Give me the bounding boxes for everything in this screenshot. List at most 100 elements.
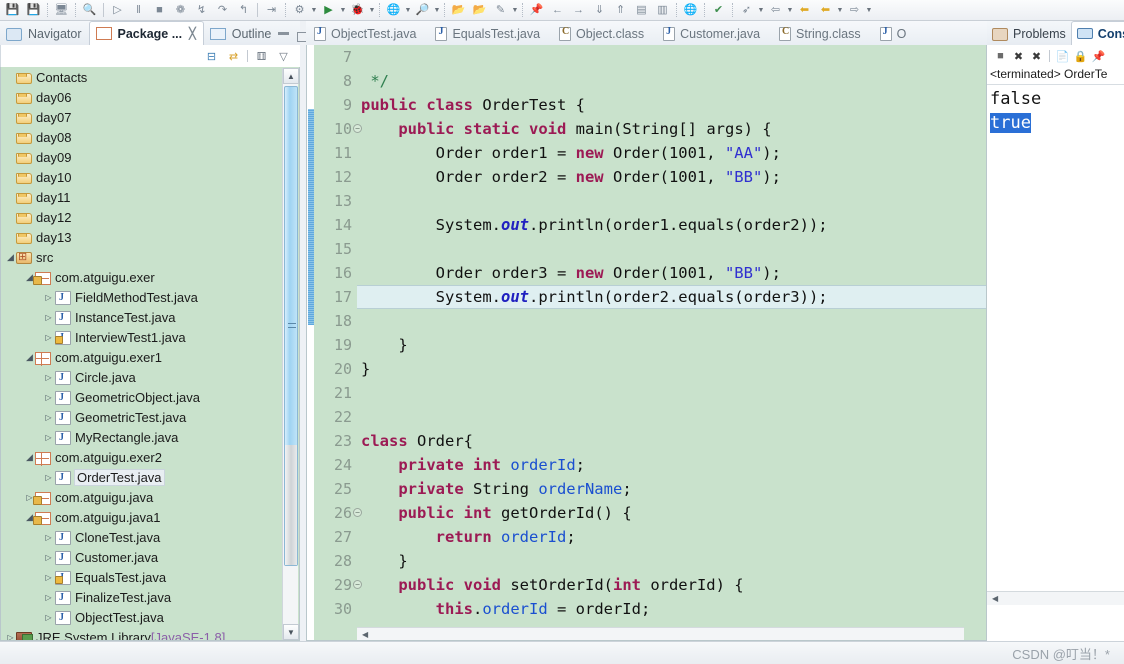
- package-explorer-tree[interactable]: Contacts day06 day07 day08 day09 day10 day11 da…: [0, 67, 300, 641]
- tree-item-day07[interactable]: day07: [1, 107, 299, 127]
- tree-item-finalizetest-java[interactable]: FinalizeTest.java: [1, 587, 299, 607]
- tree-item-contacts[interactable]: Contacts: [1, 67, 299, 87]
- view-tab-navigator[interactable]: Navigator: [0, 23, 89, 45]
- editor-tab-equalstest-java[interactable]: J EqualsTest.java: [427, 23, 551, 45]
- tree-item-day11[interactable]: day11: [1, 187, 299, 207]
- code-line[interactable]: Order order3 = new Order(1001, "BB");: [357, 261, 986, 285]
- remove-all-terminated-icon[interactable]: ✖: [1029, 49, 1044, 64]
- view-menu-icon[interactable]: ▽: [275, 48, 292, 64]
- forward-yellow-icon[interactable]: ⬅: [816, 1, 835, 19]
- run-external-tools-icon[interactable]: 🌐: [384, 1, 403, 19]
- forward-arrow-icon[interactable]: ⇨: [845, 1, 864, 19]
- chevron-down-icon[interactable]: ▼: [786, 7, 794, 14]
- code-line[interactable]: public static void main(String[] args) {: [357, 117, 986, 141]
- step-into-icon[interactable]: ↯: [192, 1, 211, 19]
- console-horizontal-scrollbar[interactable]: ◀: [987, 591, 1124, 605]
- tree-item-myrectangle-java[interactable]: MyRectangle.java: [1, 427, 299, 447]
- code-line[interactable]: [357, 189, 986, 213]
- chevron-down-icon[interactable]: ▼: [433, 7, 441, 14]
- chevron-down-icon[interactable]: ▼: [836, 7, 844, 14]
- terminate-icon[interactable]: ■: [993, 49, 1008, 64]
- new-editor-icon[interactable]: ✎: [491, 1, 510, 19]
- chevron-down-icon[interactable]: ▼: [865, 7, 873, 14]
- save-icon[interactable]: 💾: [3, 1, 22, 19]
- last-edit-icon[interactable]: ➶: [737, 1, 756, 19]
- chevron-down-icon[interactable]: ▼: [404, 7, 412, 14]
- terminate-icon[interactable]: ■: [150, 1, 169, 19]
- back-history-icon[interactable]: ⇦: [766, 1, 785, 19]
- view-tab-package-explorer[interactable]: Package ... ╳: [88, 21, 204, 45]
- code-line[interactable]: System.out.println(order2.equals(order3)…: [357, 285, 986, 309]
- pin-editor-icon[interactable]: 📌: [527, 1, 546, 19]
- code-line[interactable]: }: [357, 333, 986, 357]
- chevron-down-icon[interactable]: ▼: [310, 7, 318, 14]
- tree-item-ordertest-java[interactable]: OrderTest.java: [1, 467, 299, 487]
- tree-item-com-atguigu-exer[interactable]: com.atguigu.exer: [1, 267, 299, 287]
- forward-icon[interactable]: →: [569, 1, 588, 19]
- editor-horizontal-scrollbar[interactable]: ◀: [357, 627, 964, 640]
- tree-item-day10[interactable]: day10: [1, 167, 299, 187]
- expand-arrow-closed-icon[interactable]: [43, 553, 54, 562]
- disconnect-icon[interactable]: ❁: [171, 1, 190, 19]
- tree-item-day06[interactable]: day06: [1, 87, 299, 107]
- code-line[interactable]: [357, 45, 986, 69]
- open-perspective-icon[interactable]: 🌐: [681, 1, 700, 19]
- step-over-icon[interactable]: ↷: [213, 1, 232, 19]
- scroll-left-arrow-icon[interactable]: ◀: [357, 630, 368, 639]
- prev-annotation-icon[interactable]: ⇑: [611, 1, 630, 19]
- view-menu-extra-icon[interactable]: ⚅: [253, 48, 270, 64]
- editor-tab-customer-java[interactable]: J Customer.java: [655, 23, 771, 45]
- chevron-down-icon[interactable]: ▼: [368, 7, 376, 14]
- tree-item-day08[interactable]: day08: [1, 127, 299, 147]
- code-line[interactable]: Order order2 = new Order(1001, "BB");: [357, 165, 986, 189]
- code-line[interactable]: }: [357, 357, 986, 381]
- code-line[interactable]: */: [357, 69, 986, 93]
- expand-arrow-closed-icon[interactable]: [43, 433, 54, 442]
- show-view-icon[interactable]: ✔: [709, 1, 728, 19]
- close-icon[interactable]: ╳: [189, 27, 196, 40]
- editor-tab-object-class[interactable]: C Object.class: [551, 23, 655, 45]
- tree-item-objecttest-java[interactable]: ObjectTest.java: [1, 607, 299, 627]
- search-java-icon[interactable]: 🔎: [413, 1, 432, 19]
- debug-icon[interactable]: 🐞: [348, 1, 367, 19]
- expand-arrow-closed-icon[interactable]: [43, 473, 54, 482]
- scroll-left-arrow-icon[interactable]: ◀: [987, 594, 998, 603]
- expand-arrow-closed-icon[interactable]: [5, 633, 16, 641]
- tree-item-fieldmethodtest-java[interactable]: FieldMethodTest.java: [1, 287, 299, 307]
- tree-item-day13[interactable]: day13: [1, 227, 299, 247]
- run-last-tool-icon[interactable]: ▷: [108, 1, 127, 19]
- tree-item-com-atguigu-exer1[interactable]: com.atguigu.exer1: [1, 347, 299, 367]
- view-tab-console[interactable]: Cons: [1070, 21, 1124, 45]
- expand-arrow-closed-icon[interactable]: [43, 413, 54, 422]
- code-line[interactable]: System.out.println(order1.equals(order2)…: [357, 213, 986, 237]
- tree-item-src[interactable]: src: [1, 247, 299, 267]
- minimize-view-button[interactable]: [278, 32, 290, 35]
- print-icon[interactable]: 🖥: [52, 1, 71, 19]
- scroll-down-arrow-icon[interactable]: ▼: [283, 624, 299, 640]
- expand-arrow-closed-icon[interactable]: [43, 573, 54, 582]
- view-tab-outline[interactable]: Outline: [204, 23, 279, 45]
- expand-arrow-closed-icon[interactable]: [43, 613, 54, 622]
- tree-item-com-atguigu-exer2[interactable]: com.atguigu.exer2: [1, 447, 299, 467]
- step-return-icon[interactable]: ↰: [234, 1, 253, 19]
- pause-icon[interactable]: ‖: [129, 1, 148, 19]
- expand-arrow-closed-icon[interactable]: [43, 533, 54, 542]
- expand-arrow-open-icon[interactable]: [24, 352, 35, 363]
- save-all-icon[interactable]: 💾: [24, 1, 43, 19]
- next-annotation-icon[interactable]: ⇓: [590, 1, 609, 19]
- code-text[interactable]: */ public class OrderTest { public static…: [357, 45, 986, 640]
- expand-arrow-closed-icon[interactable]: [43, 373, 54, 382]
- code-line[interactable]: this.orderId = orderId;: [357, 597, 986, 621]
- expand-arrow-closed-icon[interactable]: [43, 313, 54, 322]
- open-task-icon[interactable]: 📂: [470, 1, 489, 19]
- new-java-project-icon[interactable]: ⚙: [290, 1, 309, 19]
- source-editor[interactable]: 7 8 9 10− 11 12 13 14 15 16 17 18 19 20 21 22 23 24 25 26− 2…: [306, 45, 987, 641]
- skip-breakpoints-icon[interactable]: ⇥: [262, 1, 281, 19]
- toggle-block-icon[interactable]: ▥: [653, 1, 672, 19]
- tree-item-instancetest-java[interactable]: InstanceTest.java: [1, 307, 299, 327]
- remove-launch-icon[interactable]: ✖: [1011, 49, 1026, 64]
- tree-item-customer-java[interactable]: Customer.java: [1, 547, 299, 567]
- chevron-down-icon[interactable]: ▼: [757, 7, 765, 14]
- run-icon[interactable]: ▶: [319, 1, 338, 19]
- code-line[interactable]: [357, 381, 986, 405]
